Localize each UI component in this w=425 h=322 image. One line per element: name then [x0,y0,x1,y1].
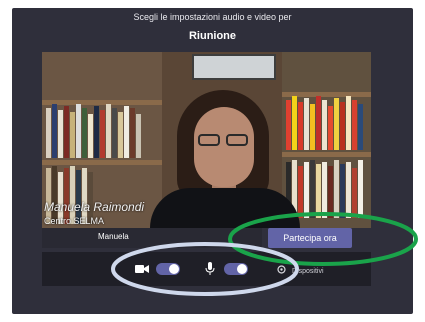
camera-icon [135,265,149,273]
person-torso [150,188,300,228]
devices-label[interactable]: Dispositivi [292,268,324,275]
video-preview: Manuela Raimondi Centro SELMA [42,52,371,228]
video-caption-org: Centro SELMA [44,216,105,226]
prejoin-heading: Scegli le impostazioni audio e video per [133,12,292,22]
name-field-value: Manuela [98,232,129,241]
person-face [194,107,254,187]
shelf [282,152,371,157]
video-caption-name: Manuela Raimondi [44,200,145,214]
books [46,164,94,224]
camera-toggle-knob [169,264,179,274]
books [286,158,364,218]
gear-icon[interactable] [276,264,287,275]
person-glasses [198,134,250,146]
books [286,94,364,150]
camera-toggle[interactable] [156,263,180,275]
microphone-icon [205,262,215,275]
meeting-title: Riunione [188,30,237,42]
microphone-toggle[interactable] [224,263,248,275]
wall-picture [192,54,276,80]
microphone-toggle-knob [237,264,247,274]
join-now-button[interactable]: Partecipa ora [268,228,352,248]
name-field[interactable]: Manuela [42,228,262,248]
books [46,102,142,158]
